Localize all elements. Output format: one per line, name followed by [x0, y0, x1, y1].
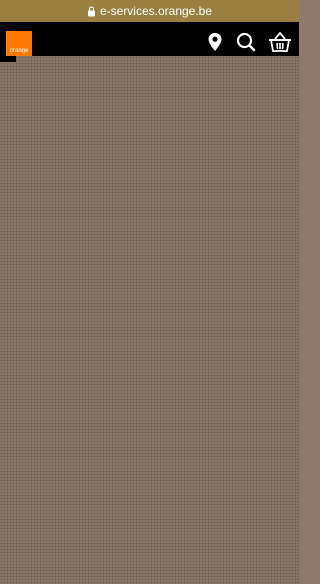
location-icon — [208, 33, 222, 51]
browser-url-bar[interactable]: e-services.orange.be — [0, 0, 299, 22]
logo-text: orange — [9, 48, 29, 54]
search-button[interactable] — [234, 30, 258, 54]
site-header: orange — [0, 22, 299, 57]
header-tab-edge — [0, 56, 16, 62]
lock-icon — [87, 5, 95, 16]
search-icon — [236, 32, 256, 52]
store-locator-button[interactable] — [203, 30, 227, 54]
basket-button[interactable] — [268, 30, 292, 54]
basket-icon — [269, 32, 291, 52]
url-text: e-services.orange.be — [99, 4, 213, 18]
loading-overlay — [0, 56, 299, 584]
orange-logo[interactable]: orange — [6, 31, 32, 57]
